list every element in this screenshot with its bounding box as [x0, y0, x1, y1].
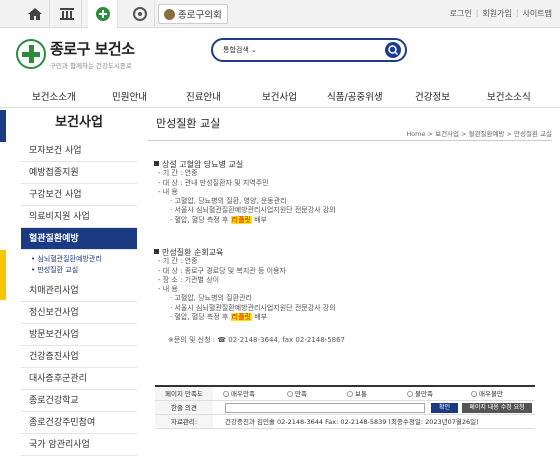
nav-news[interactable]: 보건소소식 — [487, 89, 531, 103]
emblem-icon[interactable] — [125, 0, 155, 28]
contact-info: ※문의 및 신청 : ☎ 02-2148-3644, fax 02-2148-5… — [168, 336, 346, 344]
subitem-active[interactable]: • 만성질환 교실 — [31, 265, 137, 276]
council-label: 종로구의회 — [178, 10, 222, 21]
line: - 대 상 : 종로구 경로당 및 복지관 등 이용자 — [158, 266, 286, 275]
line: · 고혈압, 당뇨병의 질환관리 — [170, 294, 252, 303]
radio-satisfied[interactable]: 만족 — [287, 387, 307, 401]
nav-about[interactable]: 보건소소개 — [32, 89, 76, 103]
highlight: 리플릿 — [230, 313, 252, 322]
nav-health-info[interactable]: 건강정보 — [415, 89, 450, 103]
sidebar-item[interactable]: 종로건강학교 — [21, 390, 137, 412]
sidebar-item[interactable]: 방문보건사업 — [21, 324, 137, 346]
utility-links: 로그인 | 회원가입 | 사이트맵 — [449, 8, 552, 19]
sidebar-item[interactable]: 종로건강주민참여 — [21, 412, 137, 434]
search-input[interactable] — [275, 43, 385, 57]
sidebar-item[interactable]: 대사증후군관리 — [21, 368, 137, 390]
satisfaction-row: 페이지 만족도 매우만족 만족 보통 불만족 매우불만 — [155, 387, 535, 401]
left-accent-yellow — [0, 250, 6, 300]
nav-clinic[interactable]: 진료안내 — [186, 89, 221, 103]
health-center-tab-icon[interactable] — [88, 0, 118, 28]
line: · 서울시 심뇌혈관질환예방관리사업지원단 전문강사 강의 — [170, 206, 336, 215]
manager-info: 건강증진과 김민솔 02-2148-3644 Fax: 02-2148-5839… — [225, 418, 479, 426]
sidebar: 보건사업 모자보건 사업 예방접종지원 구강보건 사업 의료비지원 사업 혈관질… — [21, 110, 137, 456]
satisfaction-label: 페이지 만족도 — [155, 387, 213, 400]
sidebar-item[interactable]: 구강보건 사업 — [21, 184, 137, 206]
sidebar-item[interactable]: 의료비지원 사업 — [21, 206, 137, 228]
manager-label: 자료관리: — [155, 415, 213, 428]
header: 종로구 보건소 구민과 함께하는 건강도시종로 통합검색 ⌄ — [0, 28, 560, 78]
edit-request-button[interactable]: 페이지 내용 수정 요청 — [462, 403, 532, 413]
confirm-button[interactable]: 확인 — [431, 403, 458, 413]
nav-civil[interactable]: 민원안내 — [112, 89, 147, 103]
sidebar-title: 보건사업 — [55, 115, 103, 130]
radio-very-dissatisfied[interactable]: 매우불만 — [471, 387, 503, 401]
radio-dissatisfied[interactable]: 불만족 — [407, 387, 433, 401]
opinion-label: 한줄 의견 — [155, 401, 213, 414]
section-tour: 만성질환 순회교육 - 기 간 : 연중 - 대 상 : 종로구 경로당 및 복… — [154, 248, 336, 322]
breadcrumb: Home > 보건사업 > 혈관질환예방 > 만성질환 교실 — [406, 130, 552, 138]
search-icon[interactable] — [385, 42, 401, 58]
opinion-input[interactable] — [225, 403, 425, 413]
logo-cross-icon — [16, 39, 46, 69]
signup-link[interactable]: 회원가입 — [482, 8, 511, 19]
sitemap-link[interactable]: 사이트맵 — [523, 8, 552, 19]
heritage-icon[interactable] — [52, 0, 82, 28]
line: - 내 용 — [158, 187, 178, 196]
title-divider — [148, 140, 552, 141]
manager-row: 자료관리: 건강증진과 김민솔 02-2148-3644 Fax: 02-214… — [155, 415, 535, 429]
sidebar-item[interactable]: 예방접종지원 — [21, 162, 137, 184]
sidebar-subitems: • 심뇌혈관질환예방관리 • 만성질환 교실 — [21, 250, 137, 280]
site-logo[interactable]: 종로구 보건소 구민과 함께하는 건강도시종로 — [16, 38, 135, 70]
search-bar: 통합검색 ⌄ — [211, 38, 407, 62]
main-nav: 보건소소개 민원안내 진료안내 보건사업 식품/공중위생 건강정보 보건소소식 — [0, 84, 560, 108]
logo-subtitle: 구민과 함께하는 건강도시종로 — [50, 62, 132, 70]
logo-title: 종로구 보건소 — [50, 40, 135, 58]
line: · 서울시 심뇌혈관질환예방관리사업지원단 전문강사 강의 — [170, 303, 336, 312]
sidebar-item[interactable]: 모자보건 사업 — [21, 140, 137, 162]
highlight: 리플릿 — [230, 215, 252, 224]
page-survey: 페이지 만족도 매우만족 만족 보통 불만족 매우불만 한줄 의견 확인 페이지… — [155, 385, 535, 442]
login-link[interactable]: 로그인 — [450, 8, 472, 19]
line: · 혈압, 혈당 측정 후 리플릿 배부 — [170, 313, 268, 322]
section-heading: 상설 고혈압 당뇨병 교실 — [154, 160, 336, 169]
radio-very-satisfied[interactable]: 매우만족 — [223, 387, 255, 401]
section-class: 상설 고혈압 당뇨병 교실 - 기 간 : 연중 - 대 상 : 관내 만성질환… — [154, 160, 336, 225]
sidebar-item[interactable]: 국가 암관리사업 — [21, 434, 137, 456]
left-accent — [0, 110, 6, 142]
line: - 대 상 : 관내 만성질환자 및 지역주민 — [158, 178, 269, 187]
sidebar-item-active[interactable]: 혈관질환예방 — [21, 228, 137, 250]
opinion-row: 한줄 의견 확인 페이지 내용 수정 요청 — [155, 401, 535, 415]
sidebar-item[interactable]: 건강증진사업 — [21, 346, 137, 368]
council-emblem-icon — [164, 8, 175, 20]
sidebar-item[interactable]: 정신보건사업 — [21, 302, 137, 324]
line: - 기 간 : 연중 — [158, 169, 198, 178]
search-scope-select[interactable]: 통합검색 ⌄ — [223, 45, 257, 55]
radio-neutral[interactable]: 보통 — [347, 387, 367, 401]
council-link[interactable]: 종로구의회 — [158, 4, 228, 24]
nav-projects[interactable]: 보건사업 — [262, 89, 297, 103]
section-heading: 만성질환 순회교육 — [154, 248, 336, 257]
line: - 기 간 : 연중 — [158, 257, 198, 266]
line: - 장 소 : 기관별 상이 — [158, 275, 220, 284]
page-title: 만성질환 교실 — [156, 117, 221, 130]
home-icon[interactable] — [20, 0, 50, 28]
sidebar-item[interactable]: 치매관리사업 — [21, 280, 137, 302]
nav-food[interactable]: 식품/공중위생 — [327, 89, 383, 103]
top-bar: 종로구의회 로그인 | 회원가입 | 사이트맵 — [0, 0, 560, 28]
subitem[interactable]: • 심뇌혈관질환예방관리 — [31, 254, 137, 265]
line: · 혈압, 혈당 측정 후 리플릿 배부 — [170, 215, 268, 224]
